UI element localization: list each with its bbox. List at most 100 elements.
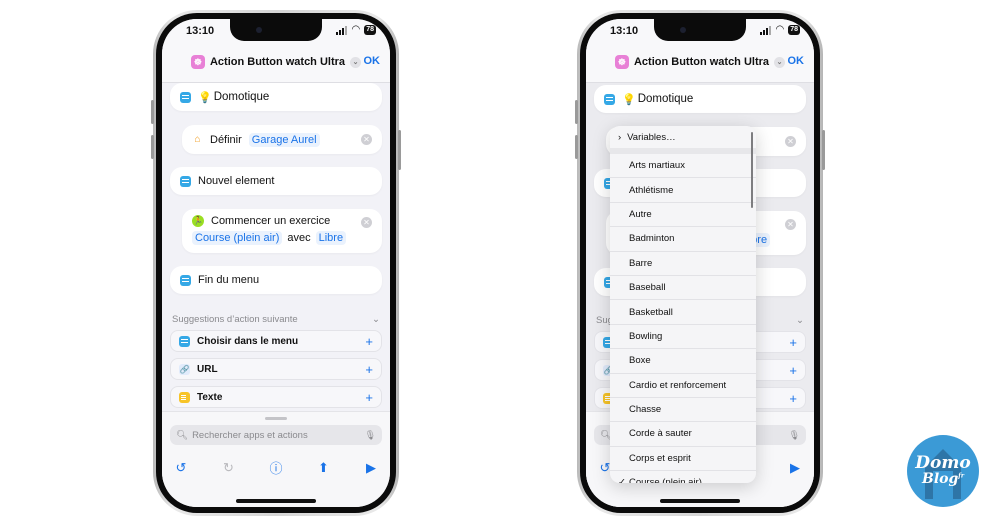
action-new-item-card[interactable]: Nouvel element [170,167,382,195]
suggestion-label: URL [197,363,218,375]
microphone-icon[interactable]: 🎙︎ [789,430,800,441]
domoblog-logo: Domo Blogfr [907,435,979,507]
remove-action-icon[interactable]: ✕ [361,217,372,228]
volume-button [151,135,154,159]
wifi-icon: ◠ [775,24,785,35]
ok-button[interactable]: OK [364,55,381,67]
remove-action-icon[interactable]: ✕ [361,134,372,145]
menu-item[interactable]: Basketball [610,300,756,325]
action-menu-card[interactable]: 💡 Domotique [594,85,806,113]
editor-toolbar: ↺ ↻ ⓘ ⬆︎ ▶︎ [172,458,380,477]
menu-item[interactable]: Barre [610,251,756,276]
cellular-signal-icon [760,25,772,35]
menu-item-label: Basketball [629,306,673,318]
menu-item-label: Boxe [629,355,651,367]
play-icon[interactable]: ▶︎ [786,460,804,476]
menu-icon [604,93,615,105]
undo-icon[interactable]: ↺ [172,460,190,476]
home-icon: ⌂ [192,134,203,145]
action-workout-card[interactable]: 🏃 Commencer un exercice Course (plein ai… [182,209,382,253]
shortcut-title-button[interactable]: ☸ Action Button watch Ultra ⌄ [586,55,814,69]
redo-icon[interactable]: ↻ [220,460,238,476]
workout-type-menu[interactable]: › Variables… Arts martiaux Athlétisme Au… [610,126,756,483]
battery-icon: 78 [364,25,376,35]
checkmark-icon: ✓ [618,477,626,483]
ok-button[interactable]: OK [788,55,805,67]
menu-icon [180,91,191,103]
menu-item-label: Corde à sauter [629,428,692,440]
action-menu-card[interactable]: 💡 Domotique [170,83,382,111]
menu-item-label: Arts martiaux [629,160,685,172]
suggestions-header[interactable]: Suggestions d’action suivante ⌄ [172,314,380,325]
workout-goal-token[interactable]: Libre [315,231,347,245]
shortcut-title-button[interactable]: ☸ Action Button watch Ultra ⌄ [162,55,390,69]
menu-item-label: Autre [629,208,652,220]
add-icon[interactable]: + [365,390,373,405]
menu-icon [180,175,191,187]
menu-item[interactable]: Autre [610,202,756,228]
end-menu-label: Fin du menu [198,274,260,286]
notch [230,19,322,41]
menu-item-label: Chasse [629,404,662,416]
side-button [398,130,401,170]
menu-item-label: Barre [629,257,653,269]
logo-text-line1: Domo [915,453,971,473]
variables-label: Variables… [627,131,676,143]
shortcut-icon: ☸ [614,55,629,69]
set-target-token[interactable]: Garage Aurel [248,132,320,147]
side-button [822,130,825,170]
menu-item[interactable]: Cardio et renforcement [610,373,756,398]
chevron-right-icon: › [618,131,622,143]
status-time: 13:10 [610,25,639,37]
workout-with: avec [287,232,311,244]
menu-item[interactable]: Badminton [610,227,756,252]
workout-verb: Commencer un exercice [211,215,331,227]
suggestion-item[interactable]: Texte + [170,386,382,408]
chevron-down-icon: ⌄ [774,56,786,68]
chevron-down-icon: ⌄ [350,56,362,68]
microphone-icon[interactable]: 🎙︎ [365,430,376,441]
share-icon[interactable]: ⬆︎ [315,460,333,476]
search-input[interactable]: 🔍︎ Rechercher apps et actions 🎙︎ [170,425,382,445]
shortcut-title: Action Button watch Ultra [209,56,346,68]
action-end-menu-card[interactable]: Fin du menu [170,266,382,294]
suggestion-item[interactable]: Choisir dans le menu + [170,330,382,352]
play-icon[interactable]: ▶︎ [362,460,380,476]
battery-icon: 78 [788,25,800,35]
add-icon[interactable]: + [365,334,373,349]
menu-item-label: Baseball [629,282,666,294]
suggestion-item[interactable]: 🔗 URL + [170,358,382,380]
notch [654,19,746,41]
action-search-panel: 🔍︎ Rechercher apps et actions 🎙︎ ↺ ↻ ⓘ ⬆… [162,411,390,507]
wifi-icon: ◠ [351,24,361,35]
variables-menu-item[interactable]: › Variables… [610,126,756,148]
remove-action-icon[interactable]: ✕ [785,219,796,230]
workout-type-token[interactable]: Course (plein air) [192,231,283,245]
add-icon[interactable]: + [365,362,373,377]
action-set-card[interactable]: ⌂ Définir Garage Aurel ✕ [182,125,382,154]
menu-icon [179,335,190,347]
menu-item[interactable]: Arts martiaux [610,154,756,179]
shortcut-title: Action Button watch Ultra [633,56,770,68]
add-icon[interactable]: + [789,335,797,350]
menu-item-label: Bowling [629,330,663,342]
screen: 13:10 ◠ 78 ☸ Action Button watch Ultra ⌄… [162,19,390,507]
info-icon[interactable]: ⓘ [267,458,285,477]
remove-action-icon[interactable]: ✕ [785,136,796,147]
menu-item[interactable]: Corps et esprit [610,446,756,472]
menu-item-selected[interactable]: ✓ Course (plein air) [610,471,756,483]
menu-title: Domotique [213,91,270,103]
menu-item[interactable]: Chasse [610,397,756,423]
volume-button [575,135,578,159]
drag-handle[interactable] [265,417,287,420]
menu-item[interactable]: Baseball [610,275,756,301]
nav-bar: ☸ Action Button watch Ultra ⌄ OK [162,45,390,83]
add-icon[interactable]: + [789,363,797,378]
menu-item[interactable]: Bowling [610,324,756,350]
add-icon[interactable]: + [789,391,797,406]
menu-item[interactable]: Athlétisme [610,178,756,203]
scrollbar[interactable] [751,132,753,208]
menu-item[interactable]: Boxe [610,349,756,374]
screen: 13:10 ◠ 78 ☸ Action Button watch Ultra ⌄… [586,19,814,507]
menu-item[interactable]: Corde à sauter [610,422,756,447]
